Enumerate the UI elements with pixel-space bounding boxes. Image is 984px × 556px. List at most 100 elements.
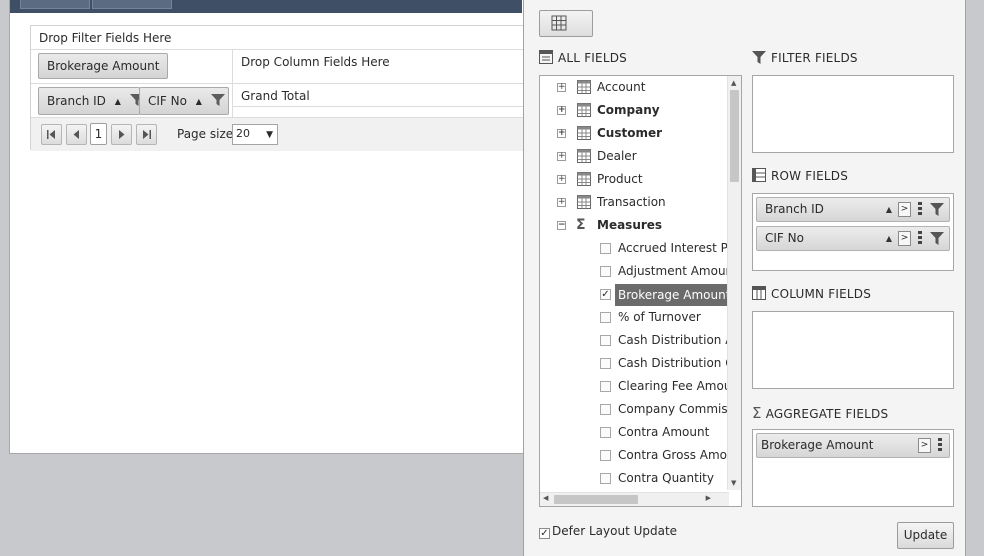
- expand-icon[interactable]: +: [557, 152, 566, 161]
- measure-label: % of Turnover: [618, 310, 701, 324]
- table-icon: [577, 149, 591, 163]
- measure-checkbox[interactable]: [600, 473, 611, 484]
- chevron-right-icon[interactable]: >: [918, 438, 931, 453]
- expand-icon[interactable]: +: [557, 106, 566, 115]
- update-button[interactable]: Update: [897, 522, 954, 549]
- row-field-chip-branch-id[interactable]: Branch ID ▲ >: [756, 197, 950, 222]
- top-navigation-bar: [10, 0, 522, 13]
- tree-item-label: Account: [597, 80, 646, 94]
- row-field-label: Branch ID: [47, 94, 106, 108]
- measure-checkbox[interactable]: [600, 381, 611, 392]
- nav-tab-home[interactable]: [20, 0, 90, 9]
- filter-fields-header: FILTER FIELDS: [752, 50, 858, 65]
- pivot-grid: Drop Filter Fields Here Brokerage Amount…: [30, 25, 530, 151]
- expand-icon[interactable]: +: [557, 129, 566, 138]
- measure-checkbox[interactable]: [600, 358, 611, 369]
- measure-label: Clearing Fee Amour: [618, 379, 737, 393]
- measure-label: Cash Distribution Ar: [618, 333, 739, 347]
- next-page-icon: [119, 130, 125, 139]
- page-size-value: 20: [236, 127, 250, 140]
- sort-ascending-icon[interactable]: ▲: [886, 234, 892, 243]
- all-fields-tree[interactable]: + Account + Company + Customer + Dealer …: [539, 75, 742, 507]
- measure-checkbox[interactable]: [600, 312, 611, 323]
- scroll-up-icon[interactable]: ▲: [731, 79, 736, 87]
- measure-checkbox[interactable]: [600, 243, 611, 254]
- row-field-chip-label: Branch ID: [765, 202, 824, 216]
- vertical-scrollbar[interactable]: ▲ ▼: [727, 76, 741, 490]
- page-size-select[interactable]: 20 ▼: [232, 124, 278, 145]
- measure-checkbox[interactable]: [600, 266, 611, 277]
- pivot-header-row: Brokerage Amount Drop Column Fields Here: [31, 50, 529, 84]
- row-fields-area[interactable]: Branch ID ▲ > CIF No ▲ >: [752, 193, 954, 271]
- data-field-button[interactable]: Brokerage Amount: [38, 53, 169, 79]
- sort-ascending-icon[interactable]: ▲: [886, 205, 892, 214]
- all-fields-title: ALL FIELDS: [558, 51, 627, 65]
- page-size-label: Page size:: [177, 127, 238, 141]
- scroll-left-icon[interactable]: ◀: [543, 494, 548, 502]
- scroll-down-icon[interactable]: ▼: [731, 479, 736, 487]
- nav-tab-about[interactable]: [92, 0, 172, 9]
- vertical-scroll-thumb[interactable]: [730, 90, 739, 182]
- previous-page-button[interactable]: [66, 124, 87, 145]
- all-fields-header: ALL FIELDS: [539, 50, 627, 65]
- next-page-button[interactable]: [111, 124, 132, 145]
- chevron-down-icon: ▼: [266, 130, 273, 140]
- collapse-icon[interactable]: −: [557, 221, 566, 230]
- filter-icon[interactable]: [210, 94, 225, 106]
- pivot-row-header: Branch ID ▲ CIF No ▲ Grand Total: [31, 84, 529, 118]
- column-drop-zone[interactable]: Drop Column Fields Here: [232, 50, 529, 83]
- horizontal-scroll-thumb[interactable]: [554, 495, 638, 504]
- defer-layout-update[interactable]: ✓ Defer Layout Update: [539, 524, 677, 539]
- filter-drop-zone[interactable]: Drop Filter Fields Here: [31, 26, 529, 50]
- filter-drop-text: Drop Filter Fields Here: [39, 31, 172, 45]
- defer-checkbox[interactable]: ✓: [539, 528, 550, 539]
- measure-checkbox[interactable]: [600, 335, 611, 346]
- measure-checkbox[interactable]: [600, 404, 611, 415]
- tree-item-label: Customer: [597, 126, 663, 140]
- row-field-chip-label: CIF No: [765, 231, 804, 245]
- layout-grid-icon: [551, 15, 567, 31]
- row-field-branch-id[interactable]: Branch ID ▲: [38, 87, 144, 115]
- report-page: Drop Filter Fields Here Brokerage Amount…: [9, 0, 530, 454]
- layout-toggle-button[interactable]: [539, 10, 593, 37]
- grand-total-divider: [233, 106, 529, 107]
- current-page-number[interactable]: 1: [90, 123, 107, 145]
- chevron-right-icon[interactable]: >: [898, 231, 911, 246]
- drag-handle-icon[interactable]: [918, 231, 922, 246]
- measure-checkbox[interactable]: [600, 427, 611, 438]
- aggregate-fields-title: AGGREGATE FIELDS: [765, 407, 889, 421]
- horizontal-scrollbar[interactable]: ◀ ▶: [540, 492, 729, 506]
- filter-icon[interactable]: [930, 231, 944, 245]
- measure-label: Company Commiss: [618, 402, 734, 416]
- sort-ascending-icon[interactable]: ▲: [196, 97, 202, 106]
- last-page-icon: [143, 130, 151, 139]
- defer-label: Defer Layout Update: [552, 524, 678, 538]
- expand-icon[interactable]: +: [557, 198, 566, 207]
- aggregate-fields-area[interactable]: Brokerage Amount >: [752, 429, 954, 507]
- row-fields-icon: [752, 168, 766, 182]
- row-field-chip-cif-no[interactable]: CIF No ▲ >: [756, 226, 950, 251]
- drag-handle-icon[interactable]: [918, 202, 922, 217]
- data-field-label: Brokerage Amount: [47, 59, 160, 73]
- sort-ascending-icon[interactable]: ▲: [115, 97, 121, 106]
- measure-checkbox[interactable]: [600, 450, 611, 461]
- first-page-button[interactable]: [41, 124, 62, 145]
- pager: 1 Page size: 20 ▼: [31, 118, 529, 151]
- drag-handle-icon[interactable]: [938, 438, 942, 453]
- expand-icon[interactable]: +: [557, 83, 566, 92]
- tree-item-label: Dealer: [597, 149, 637, 163]
- row-field-cif-no[interactable]: CIF No ▲: [139, 87, 229, 115]
- tree-item-label: Measures: [597, 218, 663, 232]
- filter-fields-area[interactable]: [752, 75, 954, 153]
- aggregate-field-chip-brokerage-amount[interactable]: Brokerage Amount >: [756, 433, 950, 458]
- chevron-right-icon[interactable]: >: [898, 202, 911, 217]
- last-page-button[interactable]: [136, 124, 157, 145]
- filter-icon[interactable]: [930, 202, 944, 216]
- tree-item-label: Company: [597, 103, 660, 117]
- column-fields-area[interactable]: [752, 311, 954, 389]
- expand-icon[interactable]: +: [557, 175, 566, 184]
- first-page-icon: [47, 130, 55, 139]
- measure-checkbox-checked[interactable]: ✓: [600, 289, 611, 300]
- measure-label: Accrued Interest Pai: [618, 241, 738, 255]
- scroll-right-icon[interactable]: ▶: [706, 494, 711, 502]
